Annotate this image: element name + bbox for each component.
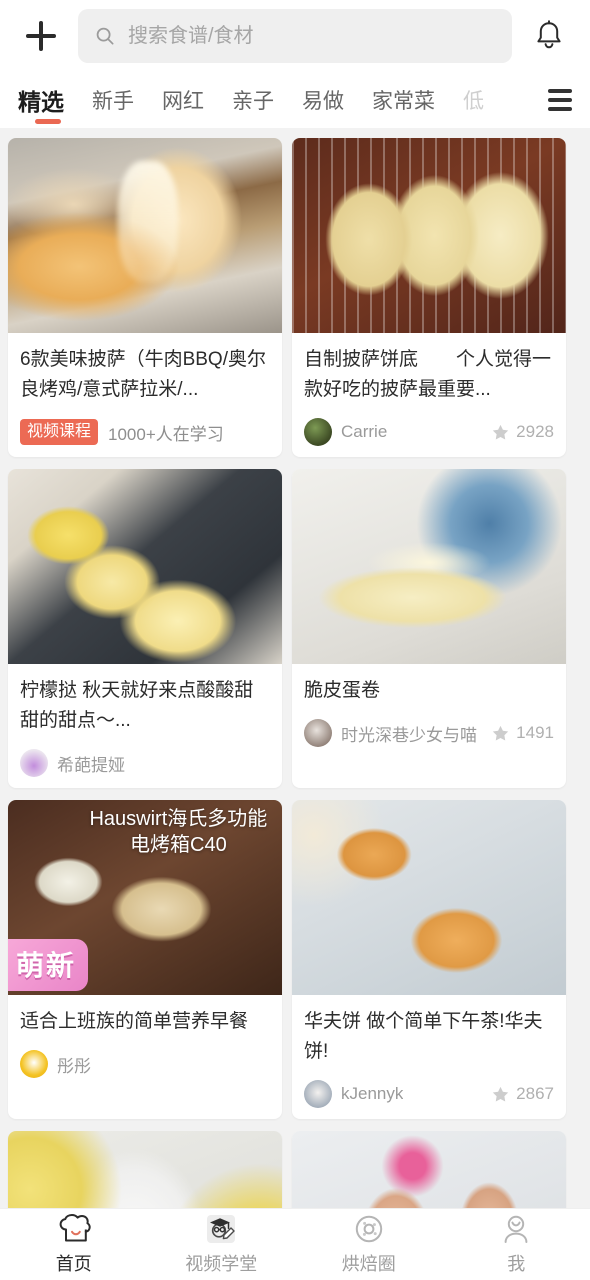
search-bar[interactable] [78, 9, 512, 63]
bottom-navigation: 首页 视频学堂 烘焙圈 我 [0, 1208, 590, 1280]
recipe-title: 华夫饼 做个简单下午茶!华夫饼! [304, 1011, 543, 1062]
chef-hat-icon [59, 1214, 91, 1242]
recipe-meta: kJennyk 2867 [304, 1079, 554, 1109]
recipe-photo [8, 138, 282, 333]
app-header [0, 0, 590, 72]
person-smile-icon [504, 1215, 528, 1243]
tab-jiachangcai[interactable]: 家常菜 [358, 72, 449, 128]
favorite-count: 2928 [516, 422, 554, 441]
recipe-title: 适合上班族的简单营养早餐 [20, 1011, 249, 1032]
author-name: kJennyk [341, 1084, 404, 1103]
app-root: 精选 新手 网红 亲子 易做 家常菜 低 6款美味披萨（牛肉BBQ/奥尔良烤鸡/… [0, 0, 590, 1280]
favorite-count-group: 2867 [485, 1084, 554, 1104]
recipe-photo [292, 138, 566, 333]
recipe-title: 脆皮蛋卷 [304, 680, 381, 701]
recipe-meta: 希葩提娅 [20, 748, 270, 778]
course-info: 视频课程 1000+人在学习 [20, 417, 270, 447]
photo-overlay-text: Hauswirt海氏多功能电烤箱C40 [89, 808, 268, 856]
tab-label: 新手 [92, 90, 134, 113]
graduate-student-icon [207, 1215, 236, 1243]
recipe-feed: 6款美味披萨（牛肉BBQ/奥尔良烤鸡/意式萨拉米/... 视频课程 1000+人… [0, 128, 590, 1208]
recipe-card[interactable] [8, 1131, 282, 1208]
nav-item-baking-circle[interactable]: 烘焙圈 [295, 1213, 443, 1276]
tab-qinzi[interactable]: 亲子 [218, 72, 288, 128]
tab-label: 低 [463, 90, 484, 113]
avatar[interactable] [304, 719, 332, 747]
recipe-card[interactable]: 华夫饼 做个简单下午茶!华夫饼! kJennyk 2867 [292, 800, 566, 1119]
author-name: 时光深巷少女与喵 [341, 725, 477, 745]
nav-item-profile[interactable]: 我 [443, 1213, 590, 1276]
recipe-title: 自制披萨饼底 个人觉得一款好吃的披萨最重要... [304, 349, 552, 400]
recipe-photo [292, 469, 566, 664]
nav-label: 首页 [55, 1254, 92, 1274]
tab-label: 易做 [302, 90, 344, 113]
author-name: 希葩提娅 [57, 755, 125, 775]
tab-di[interactable]: 低 [449, 72, 498, 128]
star-icon [492, 424, 509, 440]
recipe-card[interactable]: Hauswirt海氏多功能电烤箱C40 萌新 适合上班族的简单营养早餐 彤彤 [8, 800, 282, 1119]
recipe-title: 6款美味披萨（牛肉BBQ/奥尔良烤鸡/意式萨拉米/... [20, 349, 266, 400]
tab-yizuo[interactable]: 易做 [288, 72, 358, 128]
author-name: 彤彤 [57, 1056, 91, 1076]
recipe-photo [292, 800, 566, 995]
recipe-photo [8, 1131, 282, 1208]
recipe-meta: 时光深巷少女与喵 1491 [304, 718, 554, 748]
recipe-photo [292, 1131, 566, 1208]
tab-wanghong[interactable]: 网红 [148, 72, 218, 128]
category-tabs: 精选 新手 网红 亲子 易做 家常菜 低 [0, 72, 590, 128]
tab-label: 家常菜 [372, 90, 435, 113]
donut-circle-icon [355, 1215, 382, 1243]
search-icon [96, 27, 114, 45]
tab-label: 网红 [162, 90, 204, 113]
recipe-card[interactable]: 自制披萨饼底 个人觉得一款好吃的披萨最重要... Carrie 2928 [292, 138, 566, 457]
tab-label: 精选 [18, 89, 64, 115]
new-user-sticker: 萌新 [8, 939, 89, 991]
nav-item-video-class[interactable]: 视频学堂 [148, 1213, 296, 1276]
plus-icon[interactable] [18, 13, 64, 59]
nav-item-home[interactable]: 首页 [0, 1213, 148, 1276]
search-input[interactable] [127, 24, 496, 48]
video-course-badge: 视频课程 [20, 419, 99, 445]
favorite-count-group: 2928 [485, 422, 554, 442]
recipe-card[interactable]: 脆皮蛋卷 时光深巷少女与喵 1491 [292, 469, 566, 788]
recipe-card[interactable]: 6款美味披萨（牛肉BBQ/奥尔良烤鸡/意式萨拉米/... 视频课程 1000+人… [8, 138, 282, 457]
hamburger-menu-icon[interactable] [538, 89, 572, 111]
bell-icon[interactable] [526, 13, 572, 59]
favorite-count: 1491 [516, 723, 554, 742]
star-icon [492, 1086, 509, 1102]
tab-xinshou[interactable]: 新手 [78, 72, 148, 128]
author-name: Carrie [341, 422, 388, 441]
avatar[interactable] [304, 418, 332, 446]
star-icon [492, 725, 509, 741]
recipe-meta: 彤彤 [20, 1049, 270, 1079]
favorite-count-group: 1491 [485, 723, 554, 743]
recipe-card[interactable] [292, 1131, 566, 1208]
recipe-photo [8, 469, 282, 664]
recipe-card[interactable]: 柠檬挞 秋天就好来点酸酸甜甜的甜点～... 希葩提娅 [8, 469, 282, 788]
nav-label: 视频学堂 [185, 1254, 258, 1274]
nav-label: 我 [507, 1254, 526, 1274]
nav-label: 烘焙圈 [341, 1254, 396, 1274]
tab-label: 亲子 [232, 90, 274, 113]
recipe-title: 柠檬挞 秋天就好来点酸酸甜甜的甜点～... [20, 680, 254, 731]
avatar[interactable] [20, 1050, 48, 1078]
avatar[interactable] [304, 1080, 332, 1108]
recipe-meta: Carrie 2928 [304, 417, 554, 447]
learner-count: 1000+人在学习 [108, 424, 224, 444]
tab-jingxuan[interactable]: 精选 [18, 72, 78, 128]
recipe-photo: Hauswirt海氏多功能电烤箱C40 萌新 [8, 800, 282, 995]
favorite-count: 2867 [516, 1084, 554, 1103]
avatar[interactable] [20, 749, 48, 777]
